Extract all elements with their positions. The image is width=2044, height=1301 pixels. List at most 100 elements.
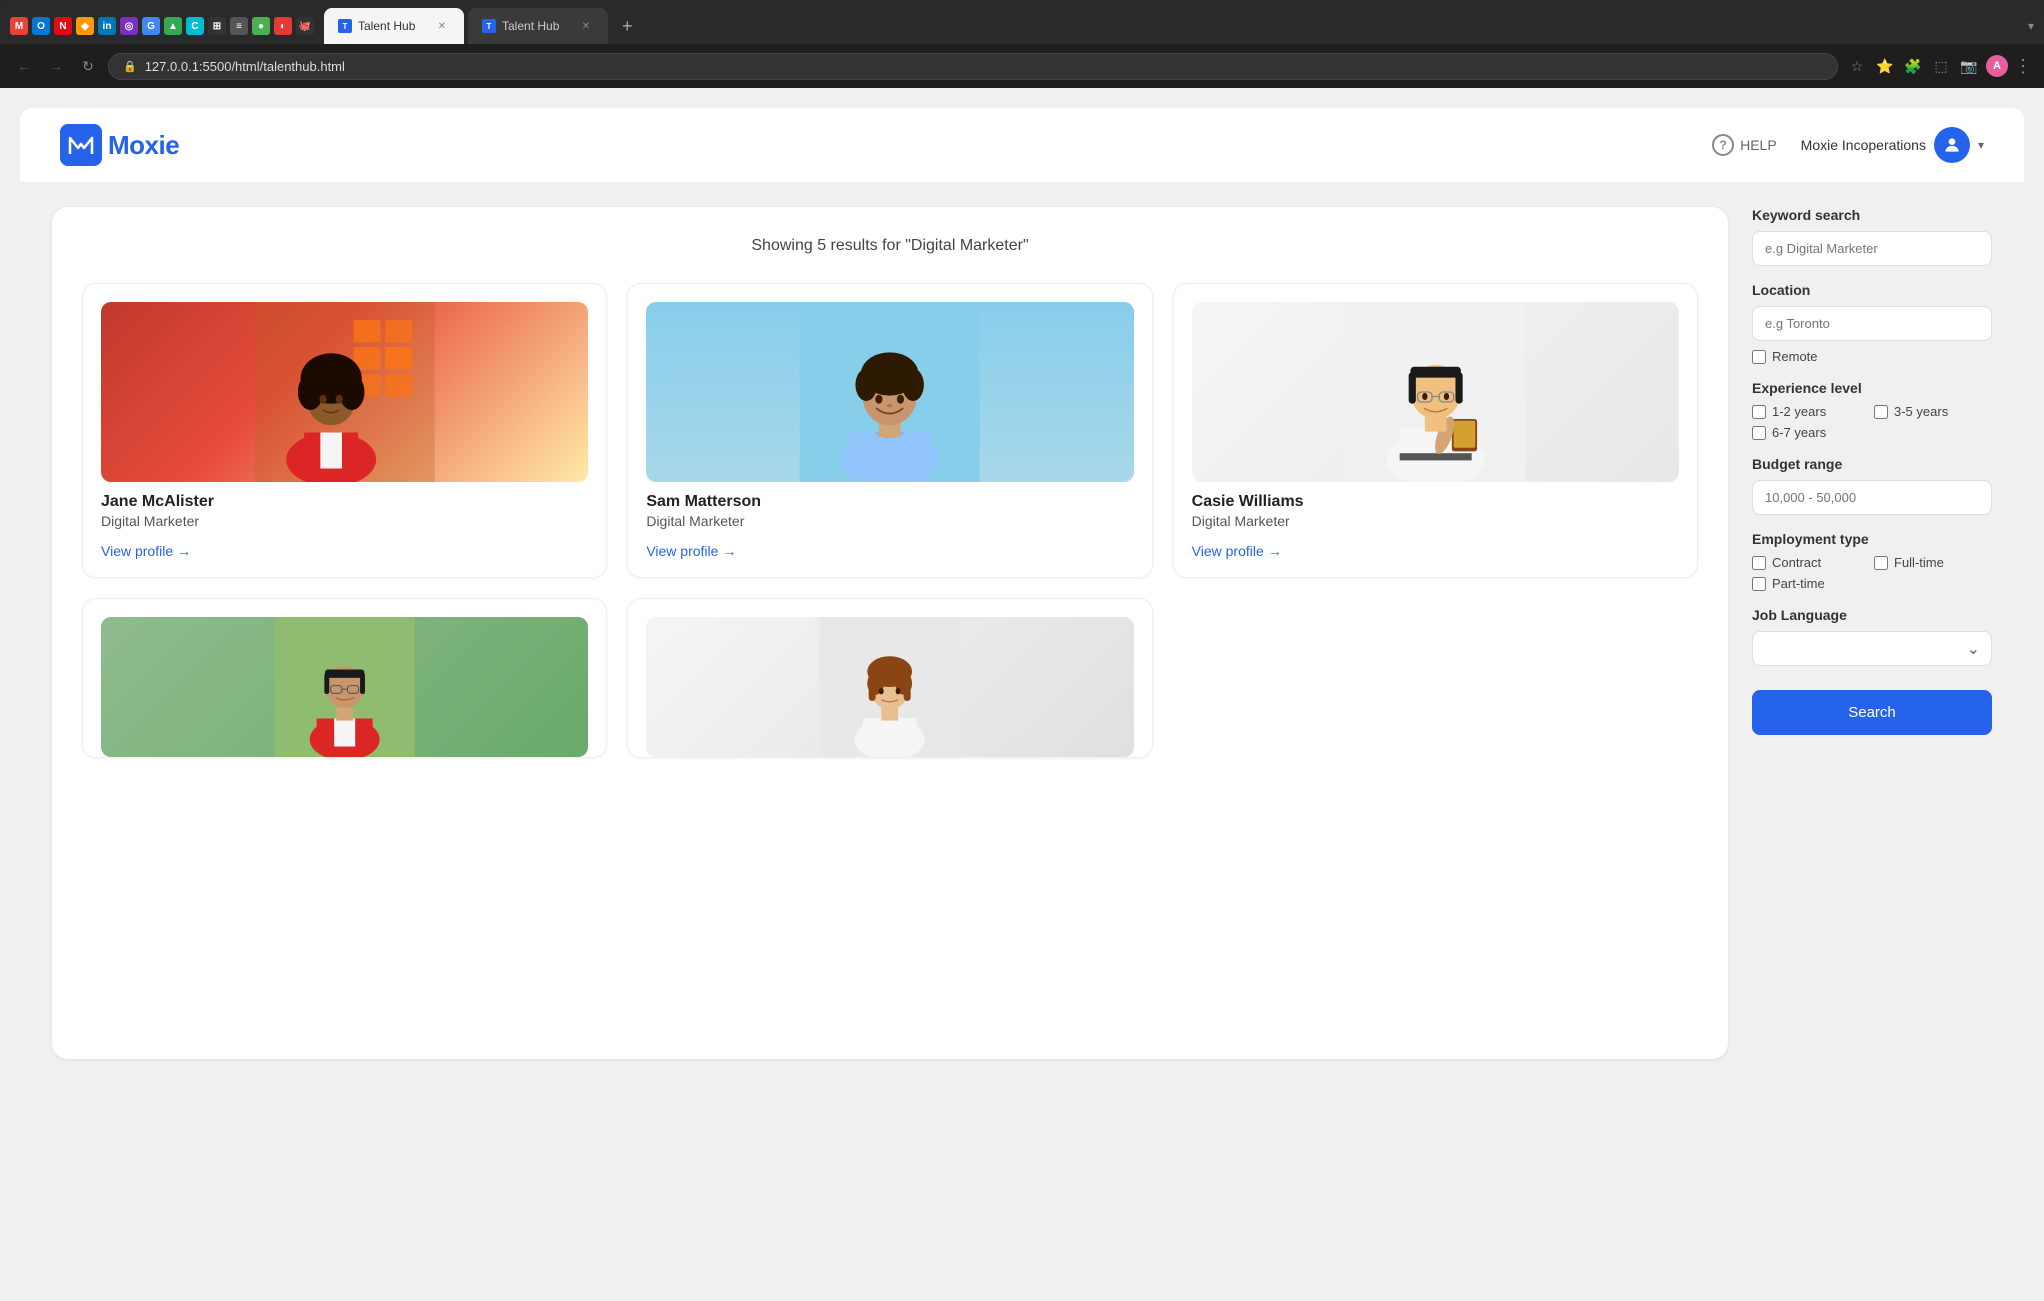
user-name: Moxie Incoperations (1801, 137, 1926, 153)
profile-card-4 (82, 598, 607, 758)
location-input[interactable] (1752, 306, 1992, 341)
job-language-label: Job Language (1752, 607, 1992, 623)
employment-options: Contract Full-time Part-time (1752, 555, 1992, 591)
address-text: 127.0.0.1:5500/html/talenthub.html (145, 59, 345, 74)
parttime-label: Part-time (1772, 576, 1825, 591)
browser-tab-2[interactable]: T Talent Hub ✕ (468, 8, 608, 44)
experience-options: 1-2 years 3-5 years 6-7 years (1752, 404, 1992, 440)
new-tab-button[interactable]: + (612, 10, 643, 43)
view-profile-link-casie[interactable]: View profile → (1192, 543, 1679, 559)
profile-name-sam: Sam Matterson Digital Marketer (646, 492, 1133, 529)
exp-6-7-row: 6-7 years (1752, 425, 1870, 440)
cast-icon[interactable]: ⬚ (1930, 55, 1952, 77)
exp-1-2-checkbox[interactable] (1752, 405, 1766, 419)
browser-window: M O N ◆ in ◎ G ▲ C ⊞ ≡ ● ◐ 🐙 T Talent Hu… (0, 0, 2044, 88)
filter-keyword: Keyword search (1752, 207, 1992, 266)
parttime-row: Part-time (1752, 576, 1870, 591)
ext-icon-13: ◐ (274, 17, 292, 35)
parttime-checkbox[interactable] (1752, 577, 1766, 591)
logo[interactable]: Moxie (60, 124, 179, 166)
exp-3-5-label: 3-5 years (1894, 404, 1948, 419)
logo-icon (60, 124, 102, 166)
gmail-ext-icon: M (10, 17, 28, 35)
browser-extensions: M O N ◆ in ◎ G ▲ C ⊞ ≡ ● ◐ 🐙 (10, 17, 314, 35)
browser-expand-btn[interactable]: ▾ (2028, 19, 2034, 33)
profile-card-casie: Casie Williams Digital Marketer View pro… (1173, 283, 1698, 578)
tab-close-btn-1[interactable]: ✕ (434, 18, 450, 34)
tab-favicon-2: T (482, 19, 496, 33)
back-button[interactable]: ← (12, 54, 36, 78)
help-button[interactable]: ? HELP (1712, 134, 1777, 156)
tab-favicon-1: T (338, 19, 352, 33)
star-icon[interactable]: ⭐ (1874, 55, 1896, 77)
exp-3-5-checkbox[interactable] (1874, 405, 1888, 419)
ext-icon-9: C (186, 17, 204, 35)
extension-icon[interactable]: 🧩 (1902, 55, 1924, 77)
exp-1-2-row: 1-2 years (1752, 404, 1870, 419)
help-label: HELP (1740, 137, 1777, 153)
budget-label: Budget range (1752, 456, 1992, 472)
browser-tab-active[interactable]: T Talent Hub ✕ (324, 8, 464, 44)
profile-photo-jane (101, 302, 588, 482)
user-dropdown-arrow[interactable]: ▾ (1978, 138, 1984, 152)
keyword-label: Keyword search (1752, 207, 1992, 223)
profile-photo-5 (646, 617, 1133, 757)
keyword-input[interactable] (1752, 231, 1992, 266)
job-language-select[interactable]: English French Spanish (1752, 631, 1992, 666)
exp-6-7-checkbox[interactable] (1752, 426, 1766, 440)
bookmark-icon[interactable]: ☆ (1846, 55, 1868, 77)
tab-close-btn-2[interactable]: ✕ (578, 18, 594, 34)
location-label: Location (1752, 282, 1992, 298)
ext-icon-8: ▲ (164, 17, 182, 35)
exp-6-7-label: 6-7 years (1772, 425, 1826, 440)
fulltime-label: Full-time (1894, 555, 1944, 570)
browser-tabs-bar: M O N ◆ in ◎ G ▲ C ⊞ ≡ ● ◐ 🐙 T Talent Hu… (0, 0, 2044, 44)
linkedin-ext-icon: in (98, 17, 116, 35)
filter-job-language: Job Language English French Spanish (1752, 607, 1992, 666)
google-ext-icon: G (142, 17, 160, 35)
remote-label[interactable]: Remote (1772, 349, 1818, 364)
filter-budget: Budget range (1752, 456, 1992, 515)
exp-1-2-label: 1-2 years (1772, 404, 1826, 419)
help-circle-icon: ? (1712, 134, 1734, 156)
ext-icon-6: ◎ (120, 17, 138, 35)
reload-button[interactable]: ↻ (76, 54, 100, 78)
profile-photo-sam (646, 302, 1133, 482)
profile-card-empty (1173, 598, 1698, 758)
experience-label: Experience level (1752, 380, 1992, 396)
netflix-ext-icon: N (54, 17, 72, 35)
address-bar-input-wrap[interactable]: 🔒 127.0.0.1:5500/html/talenthub.html (108, 53, 1838, 80)
screenshot-icon[interactable]: 📷 (1958, 55, 1980, 77)
ext-icon-4: ◆ (76, 17, 94, 35)
remote-checkbox-row: Remote (1752, 349, 1992, 364)
profile-photo-4 (101, 617, 588, 757)
search-button[interactable]: Search (1752, 690, 1992, 735)
tab-label-2: Talent Hub (502, 19, 559, 33)
profile-card-sam: Sam Matterson Digital Marketer View prof… (627, 283, 1152, 578)
browser-more-button[interactable]: ⋮ (2014, 56, 2032, 77)
logo-text: Moxie (108, 130, 179, 161)
browser-address-bar: ← → ↻ 🔒 127.0.0.1:5500/html/talenthub.ht… (0, 44, 2044, 88)
employment-label: Employment type (1752, 531, 1992, 547)
user-profile-avatar[interactable]: A (1986, 55, 2008, 77)
contract-row: Contract (1752, 555, 1870, 570)
profile-name-jane: Jane McAlister Digital Marketer (101, 492, 588, 529)
view-profile-link-sam[interactable]: View profile → (646, 543, 1133, 559)
budget-input[interactable] (1752, 480, 1992, 515)
profiles-grid-row1: Jane McAlister Digital Marketer View pro… (82, 283, 1698, 578)
ext-icon-11: ≡ (230, 17, 248, 35)
remote-checkbox[interactable] (1752, 350, 1766, 364)
profiles-grid-row2 (82, 598, 1698, 758)
user-avatar (1934, 127, 1970, 163)
user-info[interactable]: Moxie Incoperations ▾ (1801, 127, 1984, 163)
outlook-ext-icon: O (32, 17, 50, 35)
profile-photo-casie (1192, 302, 1679, 482)
nav-right: ? HELP Moxie Incoperations ▾ (1712, 127, 1984, 163)
contract-label: Contract (1772, 555, 1821, 570)
contract-checkbox[interactable] (1752, 556, 1766, 570)
forward-button[interactable]: → (44, 54, 68, 78)
fulltime-checkbox[interactable] (1874, 556, 1888, 570)
browser-right-icons: ☆ ⭐ 🧩 ⬚ 📷 A ⋮ (1846, 55, 2032, 77)
view-profile-link-jane[interactable]: View profile → (101, 543, 588, 559)
profile-card-5 (627, 598, 1152, 758)
